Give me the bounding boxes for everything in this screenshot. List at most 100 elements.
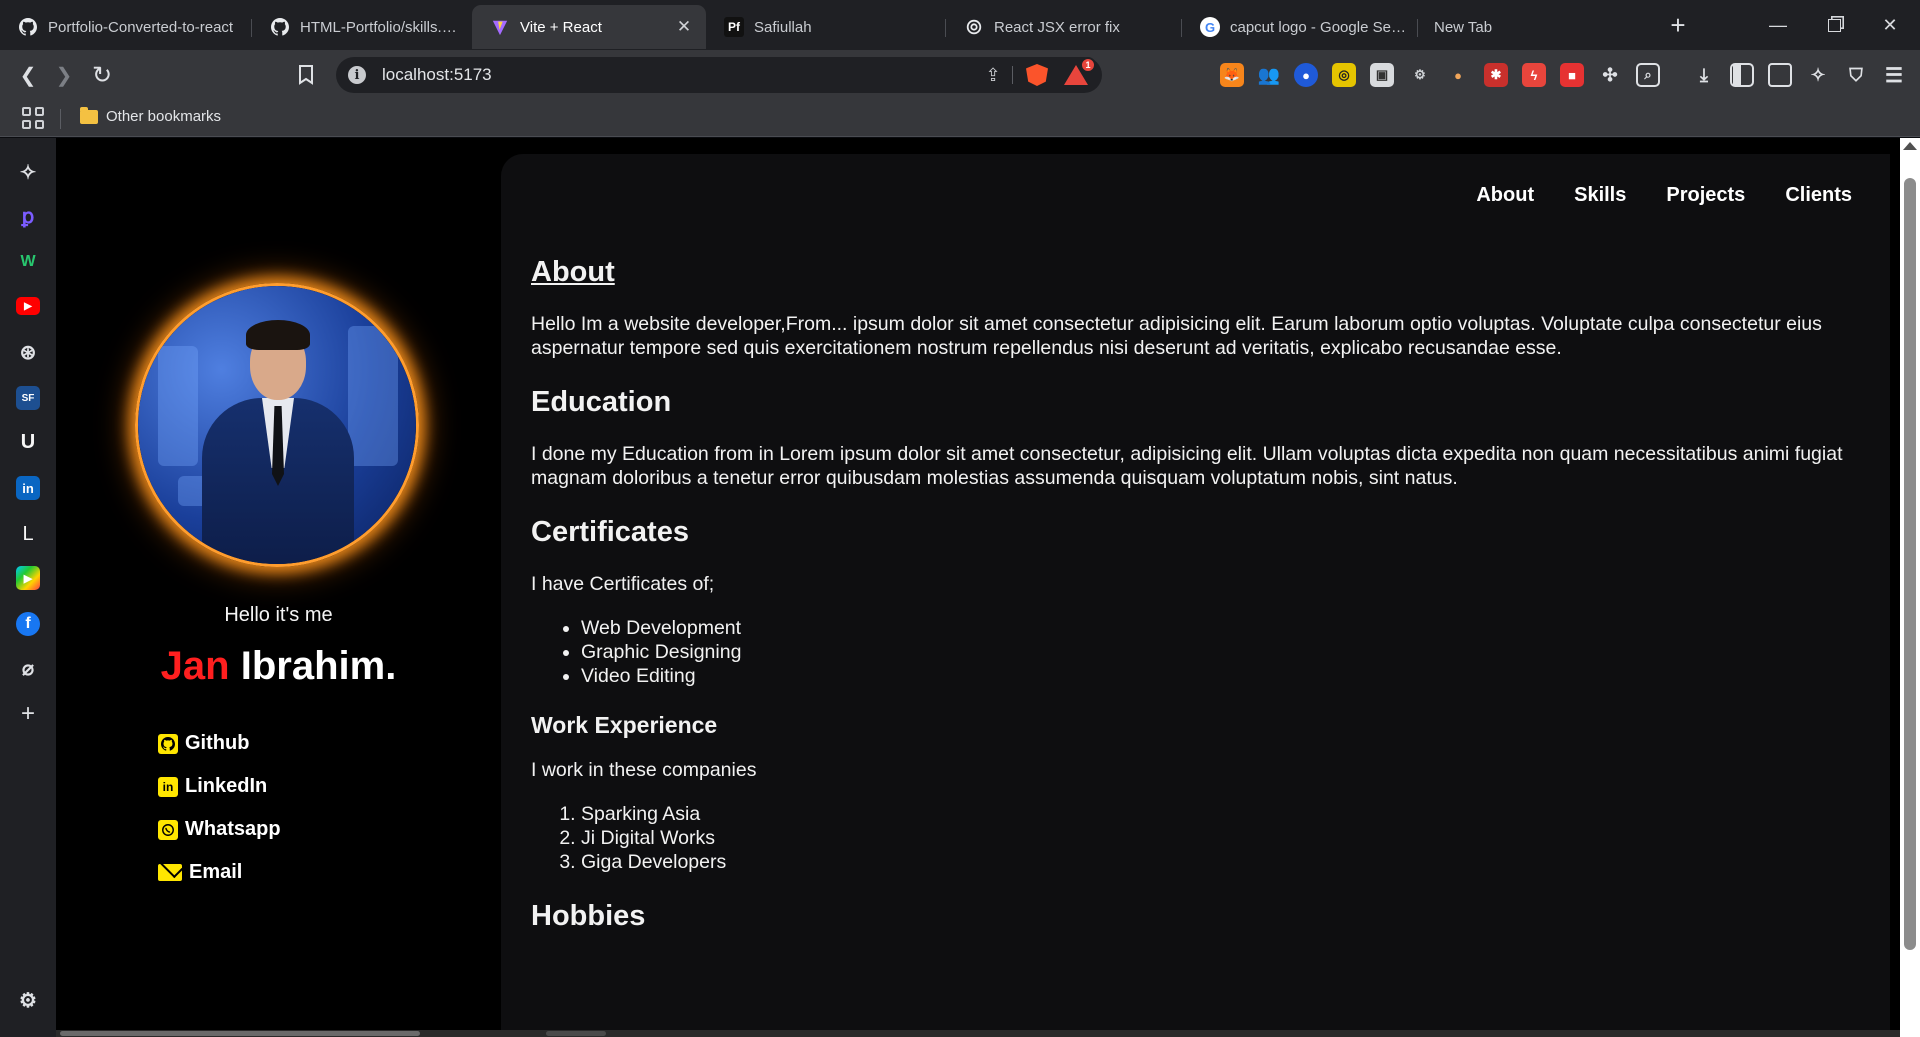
page-extension-icon[interactable]: ▣ <box>1370 63 1394 87</box>
close-tab-icon[interactable]: ✕ <box>674 17 694 37</box>
profile-name: Jan Ibrahim. <box>56 644 501 689</box>
tab-new-tab[interactable]: New Tab <box>1418 5 1618 49</box>
chatgpt-sidebar-icon[interactable]: ⊛ <box>16 340 40 364</box>
vpn-shield-icon[interactable]: ⛉ <box>1844 63 1868 87</box>
tab-vite-react[interactable]: Vite + React ✕ <box>472 5 706 49</box>
add-sidebar-item-icon[interactable]: + <box>16 700 40 727</box>
about-heading: About <box>531 256 615 288</box>
bulb-extension-icon[interactable]: ● <box>1446 63 1470 87</box>
github-icon <box>270 17 290 37</box>
profile-extension-icon[interactable]: ● <box>1294 63 1318 87</box>
vertical-scrollbar[interactable] <box>1900 138 1920 1037</box>
udemy-sidebar-icon[interactable]: U <box>16 430 40 454</box>
education-heading: Education <box>531 386 672 418</box>
play-store-sidebar-icon[interactable]: ▶ <box>16 566 40 590</box>
certificates-heading: Certificates <box>531 516 689 548</box>
other-bookmarks-folder[interactable]: Other bookmarks <box>80 106 221 125</box>
hobbies-heading: Hobbies <box>531 900 646 932</box>
scroll-up-arrow[interactable] <box>1903 142 1917 150</box>
tab-strip: Portfolio-Converted-to-react HTML-Portfo… <box>0 0 1920 50</box>
flash-extension-icon[interactable]: ϟ <box>1522 63 1546 87</box>
profile-photo <box>138 286 416 564</box>
page-viewport: Hello it's me Jan Ibrahim. Github in Lin… <box>56 138 1920 1037</box>
github-icon <box>158 733 178 754</box>
facebook-sidebar-icon[interactable]: f <box>16 612 40 636</box>
last-name: Ibrahim. <box>240 644 397 688</box>
youtube-sidebar-icon[interactable]: ▶ <box>16 297 40 315</box>
tab-title: New Tab <box>1434 18 1493 36</box>
tab-portfolio-converted[interactable]: Portfolio-Converted-to-react <box>0 5 252 49</box>
address-bar[interactable]: i localhost:5173 ⇪ 1 <box>336 57 1102 93</box>
horizontal-scrollbar[interactable] <box>56 1030 1900 1037</box>
companies-list: Sparking Asia Ji Digital Works Giga Deve… <box>581 802 1861 874</box>
share-icon[interactable]: ⇪ <box>980 63 1006 87</box>
l-sidebar-icon[interactable]: L <box>16 522 40 546</box>
nav-about[interactable]: About <box>1476 184 1534 207</box>
close-window-button[interactable]: ✕ <box>1862 0 1918 50</box>
disable-sidebar-icon[interactable]: ⌀ <box>16 656 40 680</box>
email-link[interactable]: Email <box>158 851 281 894</box>
settings-gear-icon[interactable]: ⚙ <box>16 988 40 1012</box>
github-link[interactable]: Github <box>158 722 281 765</box>
address-url[interactable]: localhost:5173 <box>382 65 492 85</box>
horizontal-scroll-thumb-secondary[interactable] <box>546 1031 606 1036</box>
w3schools-sidebar-icon[interactable]: W <box>16 250 40 274</box>
metamask-extension-icon[interactable]: 🦊 <box>1220 63 1244 87</box>
linkedin-sidebar-icon[interactable]: in <box>16 476 40 500</box>
apps-grid-icon[interactable] <box>22 107 44 129</box>
horizontal-scroll-thumb[interactable] <box>60 1031 420 1036</box>
tab-react-jsx-error[interactable]: React JSX error fix <box>946 5 1182 49</box>
social-links: Github in LinkedIn Whatsapp Email <box>158 722 281 894</box>
codepen-sidebar-icon[interactable]: ꝑ <box>16 204 40 228</box>
bug-extension-icon[interactable]: ✱ <box>1484 63 1508 87</box>
nav-clients[interactable]: Clients <box>1785 184 1852 207</box>
sf-sidebar-icon[interactable]: SF <box>16 386 40 410</box>
brave-shields-icon[interactable] <box>1026 64 1048 86</box>
tab-html-portfolio[interactable]: HTML-Portfolio/skills.html <box>252 5 472 49</box>
folder-icon <box>80 106 98 124</box>
reload-button[interactable]: ↻ <box>86 60 118 90</box>
menu-icon[interactable]: ☰ <box>1882 63 1906 87</box>
tab-capcut-search[interactable]: G capcut logo - Google Search <box>1182 5 1418 49</box>
list-item: Sparking Asia <box>581 802 1861 826</box>
back-button[interactable]: ❮ <box>12 60 44 90</box>
new-tab-button[interactable]: + <box>1662 10 1694 40</box>
email-icon <box>158 864 182 881</box>
brave-rewards-icon[interactable]: 1 <box>1064 57 1096 85</box>
site-info-icon[interactable]: i <box>348 66 366 84</box>
linkedin-link[interactable]: in LinkedIn <box>158 765 281 808</box>
color-picker-extension-icon[interactable]: ◎ <box>1332 63 1356 87</box>
scroll-thumb[interactable] <box>1904 178 1916 950</box>
extensions-puzzle-icon[interactable]: ✣ <box>1598 63 1622 87</box>
bookmarks-bar: Other bookmarks <box>0 100 1920 137</box>
leo-ai-icon[interactable]: ✧ <box>1806 63 1830 87</box>
list-item: Graphic Designing <box>581 640 1861 664</box>
sidebar-toggle-icon[interactable] <box>1730 63 1754 87</box>
email-link-label: Email <box>189 861 243 883</box>
bookmark-icon[interactable] <box>290 60 322 90</box>
wallet-icon[interactable] <box>1768 63 1792 87</box>
record-extension-icon[interactable]: ■ <box>1560 63 1584 87</box>
wappalyzer-extension-icon[interactable]: ⚙ <box>1408 63 1432 87</box>
download-icon[interactable]: ⤓ <box>1692 63 1716 87</box>
nav-projects[interactable]: Projects <box>1666 184 1745 207</box>
people-extension-icon[interactable]: 👥 <box>1257 63 1281 87</box>
nav-skills[interactable]: Skills <box>1574 184 1626 207</box>
whatsapp-link[interactable]: Whatsapp <box>158 808 281 851</box>
address-divider <box>1012 66 1013 84</box>
whatsapp-icon <box>158 819 178 840</box>
restore-button[interactable] <box>1806 0 1862 50</box>
forward-button[interactable]: ❯ <box>48 60 80 90</box>
work-experience-heading: Work Experience <box>531 712 718 738</box>
openai-icon <box>964 17 984 37</box>
rewards-badge: 1 <box>1080 57 1096 73</box>
linkedin-icon: in <box>158 776 178 797</box>
certificates-list: Web Development Graphic Designing Video … <box>581 616 1861 688</box>
search-page-icon[interactable]: ⌕ <box>1636 63 1660 87</box>
whatsapp-link-label: Whatsapp <box>185 818 281 840</box>
photo-bg-shape <box>348 326 398 466</box>
github-icon <box>18 17 38 37</box>
leo-sidebar-icon[interactable]: ✧ <box>16 160 40 184</box>
tab-safiullah[interactable]: Pf Safiullah <box>706 5 946 49</box>
minimize-button[interactable]: — <box>1750 0 1806 50</box>
